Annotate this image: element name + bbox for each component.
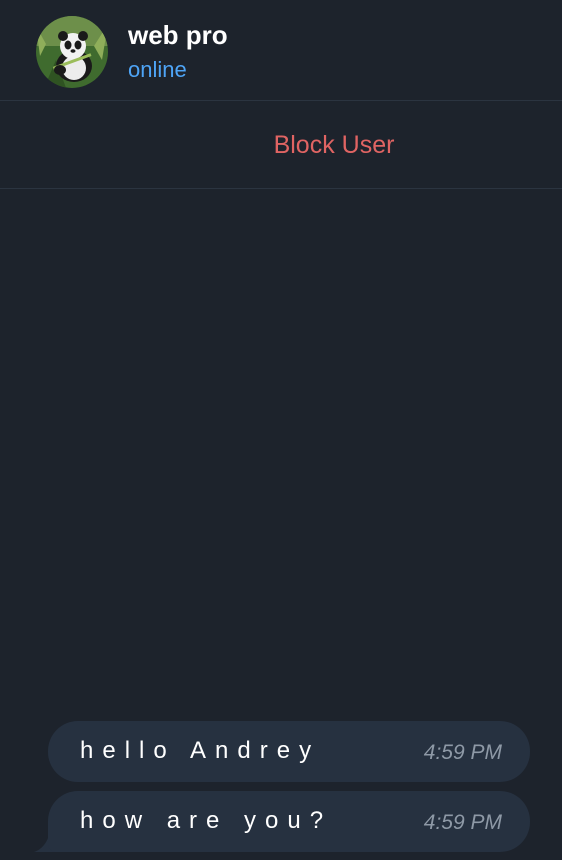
contact-status: online <box>128 57 187 82</box>
message-text: how are you? <box>80 807 333 834</box>
block-user-row: Block User <box>0 102 562 189</box>
message-timestamp: 4:59 PM <box>423 741 502 764</box>
message-bubble[interactable]: how are you? 4:59 PM <box>48 791 530 852</box>
chat-header: web pro online <box>0 0 562 101</box>
contact-avatar[interactable] <box>36 16 108 88</box>
block-user-button[interactable]: Block User <box>168 131 395 160</box>
message-bubble[interactable]: hello Andrey 4:59 PM <box>48 721 530 782</box>
message-text: hello Andrey <box>80 737 321 764</box>
contact-name: web pro <box>128 20 228 50</box>
message-timestamp: 4:59 PM <box>423 811 502 834</box>
panda-avatar-icon <box>36 16 108 88</box>
